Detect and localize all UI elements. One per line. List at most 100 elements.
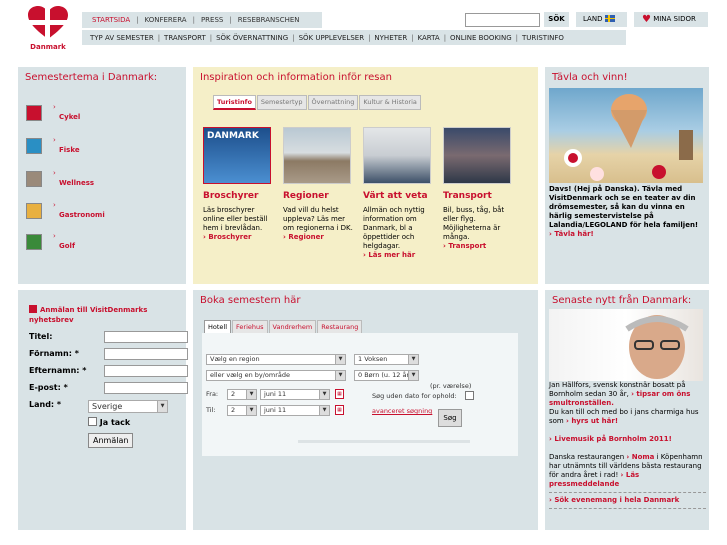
- competition-text: Davs! (Hej på Danska). Tävla med VisitDe…: [549, 185, 699, 229]
- to-day-select[interactable]: 2 ▼: [227, 405, 257, 416]
- card-vart-att-veta: Värt att veta Allmän och nyttig informat…: [363, 127, 435, 259]
- news-link[interactable]: › hyrs ut här!: [566, 417, 618, 425]
- search-button[interactable]: SÖK: [544, 12, 569, 27]
- region-select[interactable]: Vælg en region ▼: [206, 354, 346, 365]
- card-transport: Transport Bil, buss, tåg, båt eller flyg…: [443, 127, 515, 250]
- from-label: Fra:: [206, 390, 219, 398]
- tab-overnattning[interactable]: Övernattning: [307, 95, 359, 110]
- booking-tabs: Hotell Feriehus Vandrerhem Restaurang: [204, 320, 363, 334]
- from-month-select[interactable]: juni 11 ▼: [260, 389, 330, 400]
- subscribe-button[interactable]: Anmälan: [88, 433, 134, 448]
- nav-online-booking[interactable]: ONLINE BOOKING: [446, 34, 516, 42]
- portrait-illustration: [625, 315, 689, 379]
- topnav-startsida[interactable]: STARTSIDA: [86, 16, 136, 24]
- topnav-konferera[interactable]: KONFERERA: [139, 16, 193, 24]
- nav-transport[interactable]: TRANSPORT: [160, 34, 210, 42]
- firstname-label: Förnamn: *: [29, 349, 79, 358]
- search-input[interactable]: [465, 13, 540, 27]
- consent-checkbox-row[interactable]: Ja tack: [88, 417, 130, 427]
- booking-form: Vælg en region ▼ eller vælg en by/område ▼…: [202, 333, 518, 456]
- holiday-theme-title: Semestertema i Danmark:: [25, 72, 158, 83]
- adults-select[interactable]: 1 Voksen ▼: [354, 354, 419, 365]
- country-select[interactable]: Sverige ▼: [88, 400, 168, 413]
- competition-link[interactable]: › Tävla här!: [549, 230, 594, 238]
- country-selector[interactable]: LAND: [576, 12, 627, 27]
- news-link[interactable]: › Noma: [626, 453, 654, 461]
- city-select[interactable]: eller vælg en by/område ▼: [206, 370, 346, 381]
- heart-logo-icon: [28, 6, 68, 40]
- lastname-field[interactable]: [104, 365, 188, 377]
- ice-cream-illustration: [564, 94, 693, 181]
- nodate-label: Søg uden dato for ophold:: [372, 392, 457, 400]
- booking-panel: Boka semestern här Hotell Feriehus Vandr…: [193, 290, 538, 530]
- calendar-icon[interactable]: ▦: [335, 389, 344, 399]
- card-link[interactable]: › Läs mer här: [363, 251, 435, 259]
- people-image[interactable]: [363, 127, 431, 184]
- divider: [549, 492, 706, 493]
- tab-vandrerhem[interactable]: Vandrerhem: [268, 320, 317, 334]
- nav-typ-av-semester[interactable]: TYP AV SEMESTER: [86, 34, 158, 42]
- beach-image[interactable]: [283, 127, 351, 184]
- booking-title: Boka semestern här: [200, 295, 301, 306]
- card-text: Allmän och nyttig information om Danmark…: [363, 206, 425, 250]
- inspiration-tabs: Turistinfo Semestertyp Övernattning Kult…: [213, 95, 422, 110]
- nav-turistinfo[interactable]: TURISTINFO: [518, 34, 568, 42]
- fishing-icon: [26, 138, 42, 154]
- topnav-resebranschen[interactable]: RESEBRANSCHEN: [232, 16, 306, 24]
- news-panel: Senaste nytt från Danmark: Jan Hällfors,…: [545, 290, 709, 530]
- search-button[interactable]: Søg: [438, 409, 462, 427]
- calendar-icon[interactable]: ▦: [335, 405, 344, 415]
- my-pages-button[interactable]: ♥ MINA SIDOR: [634, 12, 708, 27]
- tab-feriehus[interactable]: Feriehus: [232, 320, 268, 334]
- bridge-image[interactable]: [443, 127, 511, 184]
- heart-icon: ♥: [642, 14, 651, 25]
- card-title[interactable]: Broschyrer: [203, 191, 275, 201]
- tab-restaurang[interactable]: Restaurang: [317, 320, 363, 334]
- nav-sok-upplevelser[interactable]: SÖK UPPLEVELSER: [295, 34, 369, 42]
- card-link[interactable]: › Broschyrer: [203, 233, 275, 241]
- main-navigation: TYP AV SEMESTER | TRANSPORT | SÖK ÖVERNATT…: [82, 30, 626, 45]
- newsletter-panel: Anmälan till VisitDenmarks nyhetsbrev Ti…: [18, 290, 188, 530]
- visitdenmark-logo[interactable]: Danmark: [22, 6, 74, 54]
- firstname-field[interactable]: [104, 348, 188, 360]
- theme-label: Fiske: [59, 146, 80, 154]
- card-title[interactable]: Regioner: [283, 191, 355, 201]
- danish-flag-icon: [29, 305, 37, 313]
- tab-hotell[interactable]: Hotell: [204, 320, 232, 334]
- tab-semestertyp[interactable]: Semestertyp: [256, 95, 307, 110]
- nav-sok-overnattning[interactable]: SÖK ÖVERNATTNING: [212, 34, 292, 42]
- country-label: LAND: [583, 15, 603, 23]
- swedish-flag-icon: [605, 15, 616, 22]
- to-label: Til:: [206, 406, 216, 414]
- inspiration-panel: Inspiration och information inför resan …: [193, 67, 538, 284]
- card-link[interactable]: › Regioner: [283, 233, 355, 241]
- children-select[interactable]: 0 Børn (u. 12 år) ▼: [354, 370, 419, 381]
- brochure-image[interactable]: DANMARK: [203, 127, 271, 184]
- card-title[interactable]: Transport: [443, 191, 515, 201]
- from-day-select[interactable]: 2 ▼: [227, 389, 257, 400]
- holiday-theme-panel: Semestertema i Danmark: › Cykel › Fiske …: [18, 67, 186, 284]
- email-label: E-post: *: [29, 383, 68, 392]
- nav-nyheter[interactable]: NYHETER: [370, 34, 411, 42]
- card-title[interactable]: Värt att veta: [363, 191, 435, 201]
- card-broschyrer: DANMARK Broschyrer Läs broschyrer online…: [203, 127, 275, 241]
- tab-turistinfo[interactable]: Turistinfo: [213, 95, 256, 110]
- card-text: Vad vill du helst uppleva? Läs mer om re…: [283, 206, 353, 232]
- advanced-search-link[interactable]: avanceret søgning: [372, 407, 432, 415]
- title-field[interactable]: [104, 331, 188, 343]
- email-field[interactable]: [104, 382, 188, 394]
- consent-checkbox[interactable]: [88, 417, 97, 426]
- competition-panel: Tävla och vinn! Davs! (Hej på Danska). T…: [545, 67, 709, 284]
- news-link[interactable]: › Sök evenemang i hela Danmark: [549, 496, 679, 504]
- news-link[interactable]: › Livemusik på Bornholm 2011!: [549, 435, 672, 443]
- nav-karta[interactable]: KARTA: [414, 34, 444, 42]
- nodate-checkbox[interactable]: [465, 391, 474, 400]
- to-month-select[interactable]: juni 11 ▼: [260, 405, 330, 416]
- card-regioner: Regioner Vad vill du helst uppleva? Läs …: [283, 127, 355, 241]
- theme-label: Gastronomi: [59, 211, 105, 219]
- topnav-press[interactable]: PRESS: [195, 16, 229, 24]
- tab-kultur-historia[interactable]: Kultur & Historia: [359, 95, 421, 110]
- artist-portrait-image[interactable]: [549, 309, 703, 381]
- card-link[interactable]: › Transport: [443, 242, 515, 250]
- competition-image[interactable]: [549, 88, 703, 183]
